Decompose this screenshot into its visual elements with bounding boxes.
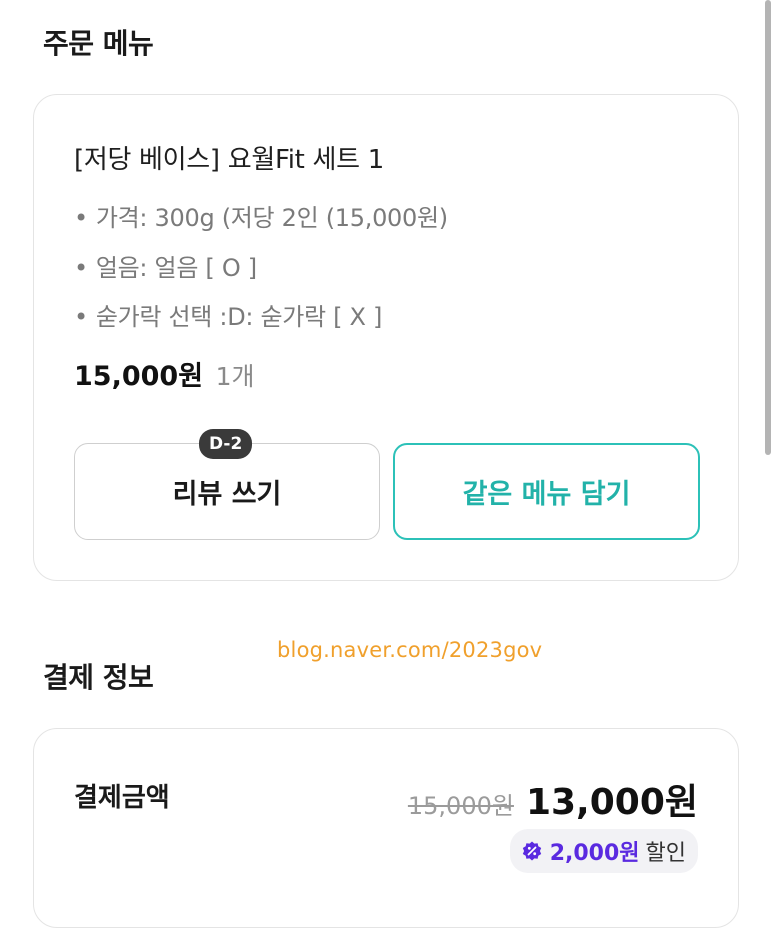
add-same-menu-button[interactable]: 같은 메뉴 담기	[393, 443, 700, 540]
option-text: 얼음: 얼음 [ O ]	[95, 254, 257, 282]
review-deadline-badge: D-2	[199, 429, 253, 459]
option-ice: • 얼음: 얼음 [ O ]	[74, 248, 257, 283]
bullet-icon: •	[74, 204, 88, 232]
bullet-icon: •	[74, 254, 88, 282]
item-name: [저당 베이스] 요월Fit 세트 1	[74, 145, 384, 175]
item-price: 15,000원	[74, 361, 204, 392]
discount-label: 할인	[645, 841, 686, 866]
write-review-label: 리뷰 쓰기	[172, 479, 282, 510]
final-price: 13,000원	[525, 782, 698, 823]
payment-amounts: 15,000원 13,000원	[408, 773, 698, 825]
item-price-line: 15,000원 1개	[74, 354, 255, 393]
scrollbar[interactable]	[765, 0, 771, 455]
discount-amount: 2,000원	[549, 841, 640, 866]
payment-amount-label: 결제금액	[74, 783, 170, 813]
payment-section-title: 결제 정보	[43, 661, 154, 694]
bullet-icon: •	[74, 303, 88, 331]
order-item-card: [저당 베이스] 요월Fit 세트 1 • 가격: 300g (저당 2인 (15…	[33, 94, 739, 581]
option-price: • 가격: 300g (저당 2인 (15,000원)	[74, 198, 448, 233]
add-same-menu-label: 같은 메뉴 담기	[462, 479, 631, 510]
discount-coupon-icon	[522, 841, 542, 861]
item-quantity: 1개	[215, 362, 255, 391]
option-spoon: • 숟가락 선택 :D: 숟가락 [ X ]	[74, 297, 382, 332]
watermark-text: blog.naver.com/2023gov	[277, 638, 543, 662]
original-price: 15,000원	[407, 792, 514, 820]
option-text: 가격: 300g (저당 2인 (15,000원)	[95, 204, 448, 232]
option-text: 숟가락 선택 :D: 숟가락 [ X ]	[95, 303, 383, 331]
order-section-title: 주문 메뉴	[43, 27, 154, 60]
discount-badge: 2,000원 할인	[509, 829, 698, 873]
payment-info-card: 결제금액 15,000원 13,000원 2,000원 할인	[33, 728, 739, 928]
